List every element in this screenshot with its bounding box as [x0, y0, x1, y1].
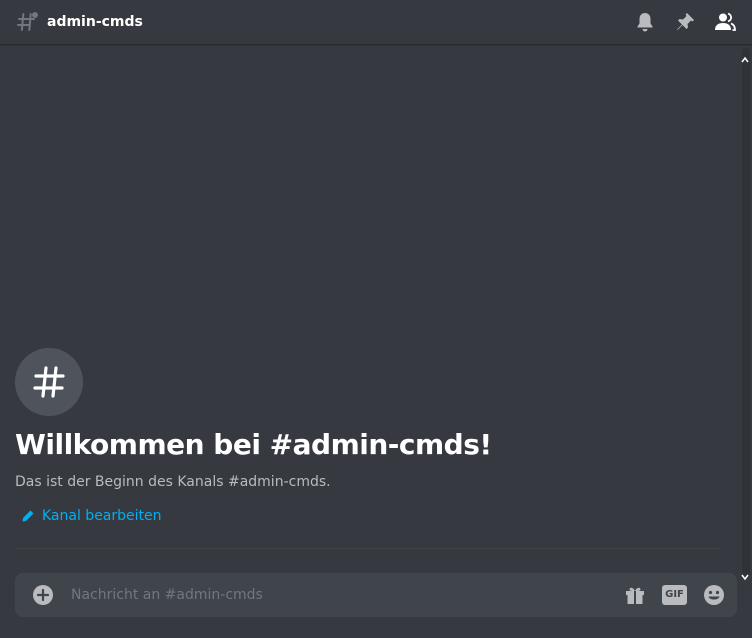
chat-window: admin-cmds Willkommen bei #admin-cmds! D…	[0, 0, 752, 638]
scrollbar-track[interactable]	[742, 48, 750, 576]
message-composer: GIF	[15, 573, 737, 617]
scroll-up-icon[interactable]	[741, 49, 749, 63]
edit-channel-link[interactable]: Kanal bearbeiten	[21, 507, 162, 525]
emoji-icon[interactable]	[702, 583, 726, 607]
channel-title: admin-cmds	[47, 14, 143, 30]
plus-circle-icon[interactable]	[32, 584, 54, 606]
bell-icon[interactable]	[633, 10, 657, 34]
hashtag-threads-icon	[16, 10, 40, 34]
channel-hash-avatar	[15, 348, 83, 416]
message-input[interactable]	[71, 584, 591, 606]
welcome-description: Das ist der Beginn des Kanals #admin-cmd…	[15, 474, 331, 490]
welcome-heading: Willkommen bei #admin-cmds!	[15, 428, 492, 461]
channel-header: admin-cmds	[0, 0, 752, 44]
pencil-icon	[22, 510, 34, 522]
scroll-down-icon[interactable]	[741, 566, 749, 581]
gift-icon[interactable]	[623, 583, 647, 607]
members-icon[interactable]	[713, 10, 737, 34]
hashtag-icon	[33, 366, 65, 398]
gif-icon[interactable]: GIF	[662, 585, 687, 605]
edit-channel-label[interactable]: Kanal bearbeiten	[42, 507, 162, 525]
divider	[15, 548, 720, 549]
pin-icon[interactable]	[673, 10, 697, 34]
